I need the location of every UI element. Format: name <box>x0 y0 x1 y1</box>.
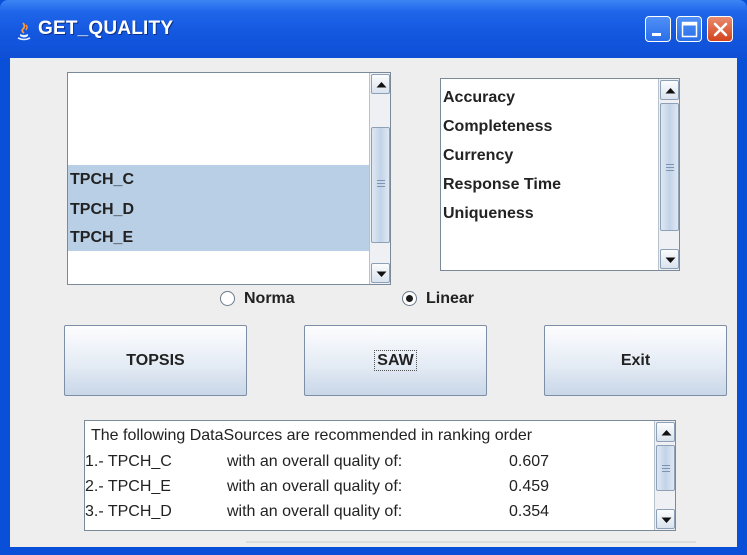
list-item[interactable]: TPCH_E <box>68 225 369 251</box>
sources-list[interactable]: TPCH_C TPCH_D TPCH_E <box>67 72 391 285</box>
list-item[interactable]: TPCH_D <box>68 195 369 225</box>
java-icon <box>17 22 31 41</box>
list-item[interactable]: Completeness <box>441 112 552 141</box>
scroll-thumb[interactable] <box>660 103 679 231</box>
result-rank: 2.- TPCH_E <box>85 478 171 495</box>
radio-label: Norma <box>244 290 295 307</box>
radio-linear[interactable]: Linear <box>402 289 522 309</box>
arrow-up-icon <box>661 430 672 436</box>
list-item[interactable]: Response Time <box>441 170 561 199</box>
results-scrollbar[interactable] <box>654 421 675 530</box>
exit-button-label: Exit <box>620 352 651 369</box>
result-text: with an overall quality of: <box>227 453 403 470</box>
result-rank: 1.- TPCH_C <box>85 453 172 470</box>
arrow-down-icon <box>665 257 676 263</box>
scroll-up-button[interactable] <box>656 422 675 442</box>
criteria-scrollbar[interactable] <box>658 79 679 270</box>
exit-button[interactable]: Exit <box>544 325 727 396</box>
criteria-list[interactable]: Accuracy Completeness Currency Response … <box>440 78 680 271</box>
radio-norma[interactable]: Norma <box>220 289 340 309</box>
topsis-button[interactable]: TOPSIS <box>64 325 247 396</box>
scroll-up-button[interactable] <box>660 80 679 100</box>
result-rank: 3.- TPCH_D <box>85 503 172 520</box>
list-item[interactable]: Accuracy <box>441 83 515 112</box>
arrow-up-icon <box>665 88 676 94</box>
scroll-down-button[interactable] <box>656 509 675 529</box>
arrow-up-icon <box>376 82 387 88</box>
divider <box>246 541 696 543</box>
maximize-button[interactable] <box>676 16 702 42</box>
list-item[interactable]: TPCH_C <box>68 165 369 195</box>
results-area[interactable]: The following DataSources are recommende… <box>84 420 676 531</box>
result-value: 0.459 <box>509 478 550 495</box>
saw-button[interactable]: SAW <box>304 325 487 396</box>
topsis-button-label: TOPSIS <box>126 352 185 369</box>
minimize-button[interactable] <box>645 16 671 42</box>
app-window: GET_QUALITY TPCH_C TPCH_D TPCH_E Accurac… <box>0 0 747 555</box>
scroll-down-button[interactable] <box>660 249 679 269</box>
window-content: TPCH_C TPCH_D TPCH_E Accuracy Completene… <box>10 58 737 547</box>
result-text: with an overall quality of: <box>227 478 403 495</box>
list-item[interactable]: Uniqueness <box>441 199 534 228</box>
scroll-up-button[interactable] <box>371 74 390 94</box>
minimize-icon <box>652 33 661 36</box>
scroll-thumb[interactable] <box>371 127 390 243</box>
results-header: The following DataSources are recommende… <box>91 427 533 444</box>
close-button[interactable] <box>707 16 733 42</box>
list-item[interactable] <box>68 102 371 131</box>
radio-label: Linear <box>426 290 475 307</box>
radio-unchecked-icon[interactable] <box>220 291 235 306</box>
saw-button-label: SAW <box>374 350 417 371</box>
arrow-down-icon <box>661 517 672 523</box>
list-item[interactable]: Currency <box>441 141 513 170</box>
title-bar[interactable]: GET_QUALITY <box>0 0 747 58</box>
result-value: 0.607 <box>509 453 550 470</box>
window-title: GET_QUALITY <box>38 18 174 39</box>
result-text: with an overall quality of: <box>227 503 403 520</box>
sources-scrollbar[interactable] <box>369 73 390 284</box>
result-value: 0.354 <box>509 503 550 520</box>
maximize-icon <box>681 21 698 38</box>
scroll-thumb[interactable] <box>656 445 675 491</box>
close-icon <box>713 22 728 37</box>
arrow-down-icon <box>376 271 387 277</box>
scroll-down-button[interactable] <box>371 263 390 283</box>
list-item[interactable] <box>68 131 371 160</box>
radio-checked-icon[interactable] <box>402 291 417 306</box>
